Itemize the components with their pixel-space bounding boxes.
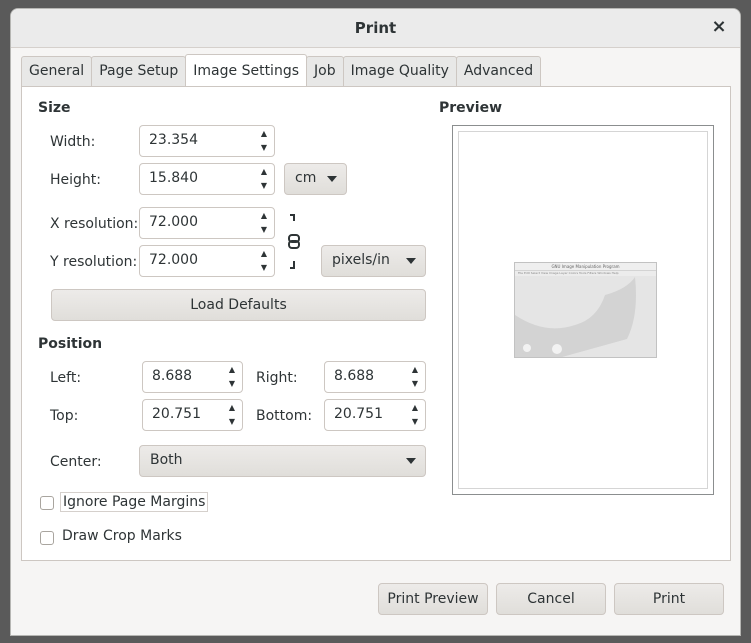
chevron-down-icon xyxy=(406,458,416,464)
width-spinbutton[interactable]: 23.354 ▲ ▼ xyxy=(139,125,275,157)
left-value: 8.688 xyxy=(152,368,193,384)
height-label: Height: xyxy=(50,172,101,188)
dialog-title: Print xyxy=(354,19,397,37)
spin-up-icon[interactable]: ▲ xyxy=(258,167,270,176)
crop-marks-label[interactable]: Draw Crop Marks xyxy=(62,528,182,544)
bottom-value: 20.751 xyxy=(334,406,383,422)
xres-label: X resolution: xyxy=(50,216,139,232)
width-value: 23.354 xyxy=(149,132,198,148)
chain-link-icon[interactable] xyxy=(287,213,303,273)
center-value: Both xyxy=(150,452,183,468)
right-spinbutton[interactable]: 8.688 ▲ ▼ xyxy=(324,361,426,393)
spin-down-icon[interactable]: ▼ xyxy=(226,417,238,426)
spin-down-icon[interactable]: ▼ xyxy=(409,379,421,388)
spin-down-icon[interactable]: ▼ xyxy=(258,263,270,272)
tab-bar: General Page Setup Image Settings Job Im… xyxy=(21,54,542,87)
position-header: Position xyxy=(38,336,103,352)
tab-image-quality[interactable]: Image Quality xyxy=(342,56,457,86)
title-bar: Print × xyxy=(11,9,740,48)
spin-down-icon[interactable]: ▼ xyxy=(258,143,270,152)
preview-area: GNU Image Manipulation Program File Edit… xyxy=(452,125,714,495)
spin-up-icon[interactable]: ▲ xyxy=(258,249,270,258)
crop-marks-checkbox[interactable] xyxy=(40,531,54,545)
tab-page-setup[interactable]: Page Setup xyxy=(91,56,187,86)
xres-value: 72.000 xyxy=(149,214,198,230)
height-spinbutton[interactable]: 15.840 ▲ ▼ xyxy=(139,163,275,195)
resolution-unit-value: pixels/in xyxy=(332,252,390,268)
spin-down-icon[interactable]: ▼ xyxy=(226,379,238,388)
size-unit-value: cm xyxy=(295,170,317,186)
size-unit-dropdown[interactable]: cm xyxy=(284,163,347,195)
ignore-margins-label[interactable]: Ignore Page Margins xyxy=(60,492,209,512)
chevron-down-icon xyxy=(327,176,337,182)
top-spinbutton[interactable]: 20.751 ▲ ▼ xyxy=(142,399,243,431)
bottom-label: Bottom: xyxy=(256,408,313,424)
tab-image-settings[interactable]: Image Settings xyxy=(185,54,307,86)
center-label: Center: xyxy=(50,454,102,470)
right-label: Right: xyxy=(256,370,298,386)
cancel-button[interactable]: Cancel xyxy=(496,583,606,615)
thumb-title: GNU Image Manipulation Program xyxy=(515,263,656,271)
tab-general[interactable]: General xyxy=(21,56,93,86)
spin-up-icon[interactable]: ▲ xyxy=(258,129,270,138)
tab-advanced[interactable]: Advanced xyxy=(455,56,542,86)
spin-down-icon[interactable]: ▼ xyxy=(409,417,421,426)
bottom-spinbutton[interactable]: 20.751 ▲ ▼ xyxy=(324,399,426,431)
load-defaults-button[interactable]: Load Defaults xyxy=(51,289,426,321)
spin-up-icon[interactable]: ▲ xyxy=(258,211,270,220)
yres-label: Y resolution: xyxy=(50,254,138,270)
spin-up-icon[interactable]: ▲ xyxy=(226,403,238,412)
ignore-margins-checkbox[interactable] xyxy=(40,496,54,510)
chevron-down-icon xyxy=(406,258,416,264)
spin-up-icon[interactable]: ▲ xyxy=(226,365,238,374)
preview-header: Preview xyxy=(439,100,503,116)
spin-down-icon[interactable]: ▼ xyxy=(258,225,270,234)
spin-up-icon[interactable]: ▲ xyxy=(409,403,421,412)
left-label: Left: xyxy=(50,370,82,386)
print-button[interactable]: Print xyxy=(614,583,724,615)
top-value: 20.751 xyxy=(152,406,201,422)
close-icon[interactable]: × xyxy=(708,16,730,38)
tab-job[interactable]: Job xyxy=(306,56,344,86)
width-label: Width: xyxy=(50,134,96,150)
left-spinbutton[interactable]: 8.688 ▲ ▼ xyxy=(142,361,243,393)
resolution-unit-dropdown[interactable]: pixels/in xyxy=(321,245,426,277)
center-dropdown[interactable]: Both xyxy=(139,445,426,477)
image-settings-panel: Size Width: 23.354 ▲ ▼ Height: 15.840 ▲ … xyxy=(21,86,731,561)
height-value: 15.840 xyxy=(149,170,198,186)
yres-spinbutton[interactable]: 72.000 ▲ ▼ xyxy=(139,245,275,277)
wilber-watermark-icon xyxy=(515,277,636,357)
preview-thumbnail: GNU Image Manipulation Program File Edit… xyxy=(514,262,657,358)
print-preview-button[interactable]: Print Preview xyxy=(378,583,488,615)
yres-value: 72.000 xyxy=(149,252,198,268)
xres-spinbutton[interactable]: 72.000 ▲ ▼ xyxy=(139,207,275,239)
top-label: Top: xyxy=(50,408,79,424)
size-header: Size xyxy=(38,100,71,116)
print-dialog: Print × General Page Setup Image Setting… xyxy=(10,8,741,636)
spin-up-icon[interactable]: ▲ xyxy=(409,365,421,374)
spin-down-icon[interactable]: ▼ xyxy=(258,181,270,190)
right-value: 8.688 xyxy=(334,368,375,384)
preview-page: GNU Image Manipulation Program File Edit… xyxy=(458,131,708,489)
